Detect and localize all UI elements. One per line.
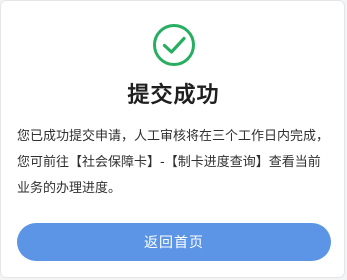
success-title: 提交成功: [127, 82, 220, 107]
back-to-home-button[interactable]: 返回首页: [17, 223, 331, 261]
success-message: 您已成功提交申请，人工审核将在三个工作日内完成，您可前往【社会保障卡】-【制卡进…: [17, 129, 330, 196]
success-dialog: 提交成功 您已成功提交申请，人工审核将在三个工作日内完成，您可前往【社会保障卡】…: [0, 0, 345, 278]
check-circle-icon: [152, 23, 196, 67]
